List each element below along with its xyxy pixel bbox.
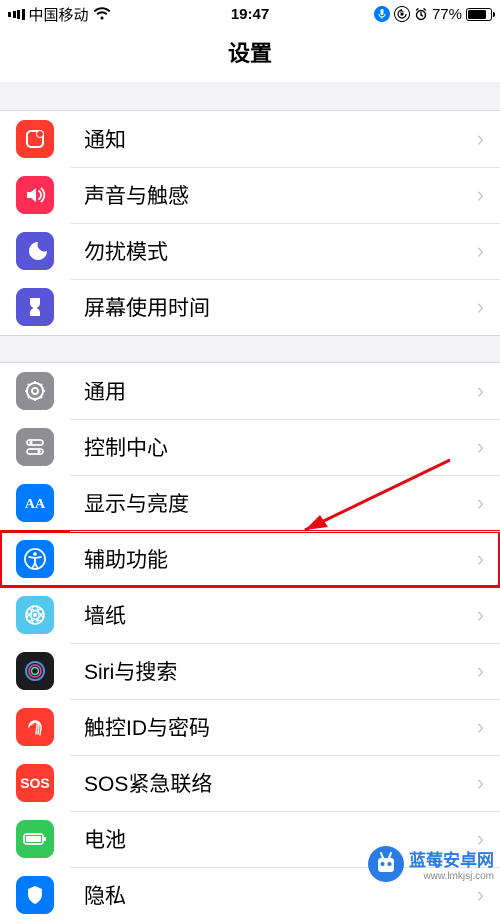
row-general[interactable]: 通用 › [0, 363, 500, 419]
battery-percent: 77% [432, 6, 462, 23]
chevron-right-icon: › [477, 378, 484, 404]
row-label: 通知 [84, 124, 126, 154]
general-icon [16, 372, 54, 410]
orientation-lock-icon [394, 6, 410, 22]
row-label: 勿扰模式 [84, 236, 168, 266]
sos-text: SOS [20, 775, 50, 791]
row-display[interactable]: AA 显示与亮度 › [0, 475, 500, 531]
chevron-right-icon: › [477, 770, 484, 796]
chevron-right-icon: › [477, 546, 484, 572]
chevron-right-icon: › [477, 882, 484, 908]
svg-text:AA: AA [25, 497, 46, 512]
row-label: 通用 [84, 376, 126, 406]
row-dnd[interactable]: 勿扰模式 › [0, 223, 500, 279]
settings-group-2: 通用 › 控制中心 › AA 显示与亮度 › 辅助功能 › 墙纸 › Siri与… [0, 363, 500, 923]
wifi-icon [93, 7, 111, 21]
signal-icon [8, 9, 25, 20]
row-sos[interactable]: SOS SOS紧急联络 › [0, 755, 500, 811]
sos-icon: SOS [16, 764, 54, 802]
row-label: 屏幕使用时间 [84, 292, 210, 322]
sounds-icon [16, 176, 54, 214]
row-wallpaper[interactable]: 墙纸 › [0, 587, 500, 643]
chevron-right-icon: › [477, 490, 484, 516]
row-control-center[interactable]: 控制中心 › [0, 419, 500, 475]
watermark-text: 蓝莓安卓网 [409, 851, 494, 870]
chevron-right-icon: › [477, 238, 484, 264]
touchid-icon [16, 708, 54, 746]
dnd-icon [16, 232, 54, 270]
watermark-logo-icon [367, 845, 405, 883]
watermark: 蓝莓安卓网 www.lmkjsj.com [367, 845, 494, 883]
chevron-right-icon: › [477, 602, 484, 628]
siri-icon [16, 652, 54, 690]
row-label: 隐私 [84, 880, 126, 910]
section-gap [0, 335, 500, 363]
row-label: 显示与亮度 [84, 488, 189, 518]
notifications-icon [16, 120, 54, 158]
status-left: 中国移动 [8, 4, 111, 25]
section-gap [0, 83, 500, 111]
row-label: 辅助功能 [84, 544, 168, 574]
chevron-right-icon: › [477, 434, 484, 460]
row-label: Siri与搜索 [84, 656, 177, 686]
row-accessibility[interactable]: 辅助功能 › [0, 531, 500, 587]
status-bar: 中国移动 19:47 77% [0, 0, 500, 28]
chevron-right-icon: › [477, 294, 484, 320]
row-label: 控制中心 [84, 432, 168, 462]
accessibility-icon [16, 540, 54, 578]
row-label: 声音与触感 [84, 180, 189, 210]
chevron-right-icon: › [477, 182, 484, 208]
page-title: 设置 [0, 28, 500, 83]
settings-group-1: 通知 › 声音与触感 › 勿扰模式 › 屏幕使用时间 › [0, 111, 500, 335]
control-center-icon [16, 428, 54, 466]
display-icon: AA [16, 484, 54, 522]
row-label: 触控ID与密码 [84, 712, 210, 742]
screentime-icon [16, 288, 54, 326]
battery-icon [16, 820, 54, 858]
row-screentime[interactable]: 屏幕使用时间 › [0, 279, 500, 335]
voice-control-icon [374, 6, 390, 22]
chevron-right-icon: › [477, 658, 484, 684]
row-touchid[interactable]: 触控ID与密码 › [0, 699, 500, 755]
battery-icon [466, 8, 492, 21]
row-notifications[interactable]: 通知 › [0, 111, 500, 167]
carrier-label: 中国移动 [29, 4, 89, 25]
privacy-icon [16, 876, 54, 914]
row-label: 电池 [84, 824, 126, 854]
watermark-url: www.lmkjsj.com [409, 871, 494, 882]
row-label: SOS紧急联络 [84, 768, 212, 798]
wallpaper-icon [16, 596, 54, 634]
alarm-icon [414, 7, 428, 21]
status-time: 19:47 [231, 6, 269, 23]
chevron-right-icon: › [477, 126, 484, 152]
chevron-right-icon: › [477, 714, 484, 740]
row-label: 墙纸 [84, 600, 126, 630]
row-sounds[interactable]: 声音与触感 › [0, 167, 500, 223]
row-siri[interactable]: Siri与搜索 › [0, 643, 500, 699]
status-right: 77% [374, 6, 492, 23]
